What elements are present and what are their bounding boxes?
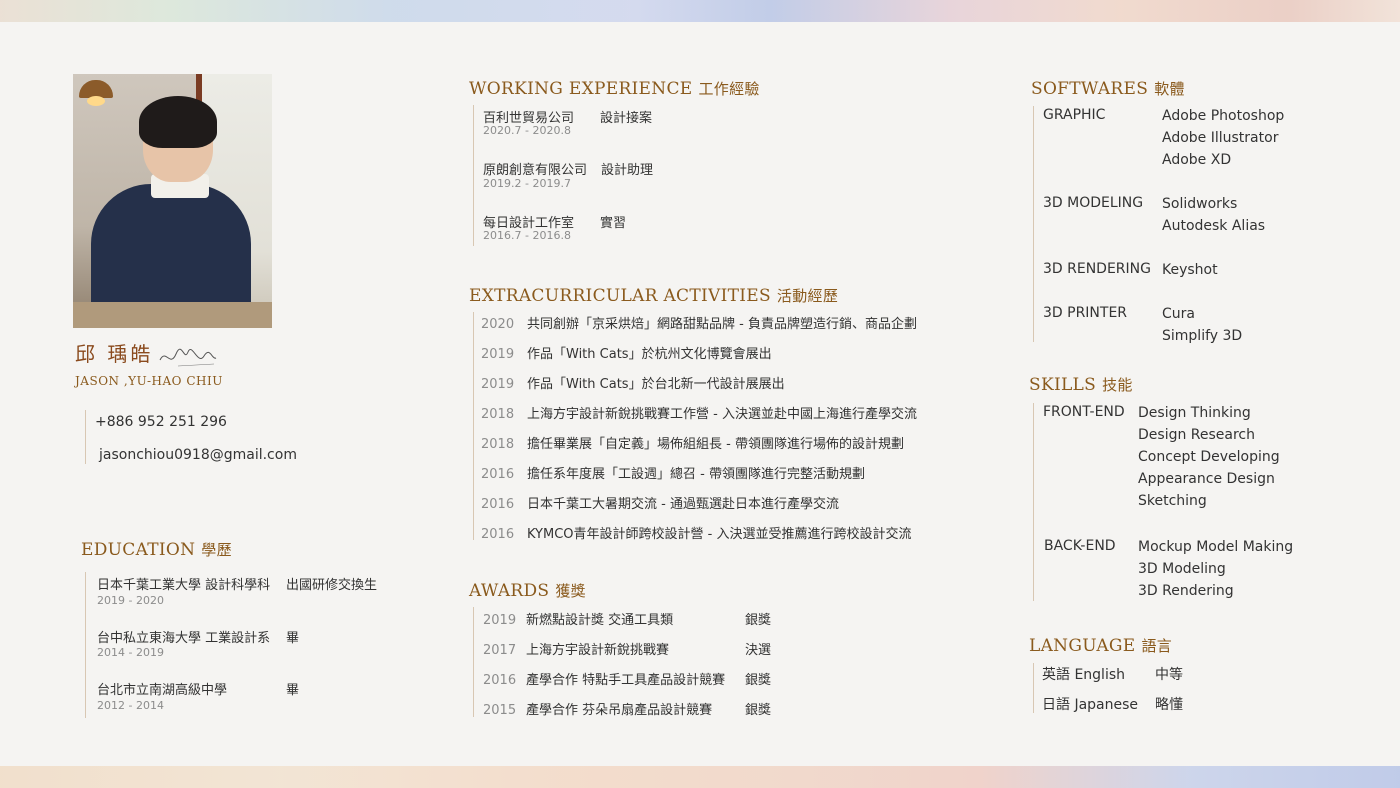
- education-years: 2014 - 2019: [97, 646, 164, 659]
- software-tool: Adobe XD: [1162, 152, 1232, 168]
- award-item: 2015 產學合作 芬朵吊扇產品設計競賽: [483, 703, 713, 718]
- skill-category: FRONT-END: [1043, 404, 1125, 420]
- award-item: 2017 上海方宇設計新銳挑戰賽: [483, 643, 670, 658]
- work-divider: [473, 105, 474, 246]
- education-divider: [85, 572, 86, 718]
- award-result: 銀獎: [745, 673, 772, 688]
- education-note: 畢: [286, 683, 300, 698]
- profile-photo: [73, 74, 272, 328]
- software-category: GRAPHIC: [1043, 107, 1106, 123]
- award-item: 2019 新燃點設計獎 交通工具類: [483, 613, 674, 628]
- skill-item: Design Research: [1138, 427, 1256, 443]
- language-level: 中等: [1155, 667, 1183, 683]
- skill-item: Concept Developing: [1138, 449, 1280, 465]
- software-tool: Keyshot: [1162, 262, 1218, 278]
- skill-item: 3D Modeling: [1138, 561, 1226, 577]
- software-category: 3D MODELING: [1043, 195, 1144, 211]
- phone-number[interactable]: +886 952 251 296: [95, 414, 227, 430]
- language-name: 日語 Japanese: [1042, 697, 1139, 713]
- skill-item: Appearance Design: [1138, 471, 1275, 487]
- language-level: 略懂: [1155, 697, 1183, 713]
- award-item: 2016 產學合作 特點手工具產品設計競賽: [483, 673, 726, 688]
- name-chinese: 邱 瑀皓: [75, 342, 154, 366]
- work-role: 設計助理: [601, 163, 654, 178]
- education-years: 2012 - 2014: [97, 699, 164, 712]
- skills-heading: SKILLS 技能: [1029, 375, 1133, 395]
- award-result: 決選: [745, 643, 772, 658]
- education-note: 出國研修交換生: [286, 578, 378, 593]
- awards-heading: AWARDS 獲獎: [469, 581, 586, 601]
- awards-divider: [473, 607, 474, 717]
- name-english: JASON ,YU-HAO CHIU: [75, 374, 223, 388]
- work-period: 2016.7 - 2016.8: [483, 229, 571, 242]
- bottom-watercolor-band: [0, 766, 1400, 788]
- software-category: 3D RENDERING: [1043, 261, 1151, 277]
- education-school: 日本千葉工業大學 設計科學科: [97, 578, 271, 593]
- signature-icon: [159, 348, 217, 367]
- activity-item: 2018 擔任畢業展「自定義」場佈組組長 - 帶領團隊進行場佈的設計規劃: [481, 437, 904, 452]
- software-tool: Adobe Photoshop: [1162, 108, 1285, 124]
- skill-category: BACK-END: [1044, 538, 1116, 554]
- skill-item: 3D Rendering: [1138, 583, 1234, 599]
- top-watercolor-band: [0, 0, 1400, 22]
- software-tool: Cura: [1162, 306, 1195, 322]
- software-tool: Autodesk Alias: [1162, 218, 1266, 234]
- activity-item: 2016 擔任系年度展「工設週」總召 - 帶領團隊進行完整活動規劃: [481, 467, 865, 482]
- email-address[interactable]: jasonchiou0918@gmail.com: [99, 447, 297, 463]
- contact-divider: [85, 410, 86, 464]
- activity-item: 2019 作品「With Cats」於台北新一代設計展展出: [481, 377, 785, 392]
- education-years: 2019 - 2020: [97, 594, 164, 607]
- softwares-divider: [1033, 106, 1034, 342]
- skill-item: Sketching: [1138, 493, 1207, 509]
- activities-divider: [473, 312, 474, 540]
- award-result: 銀獎: [745, 703, 772, 718]
- education-school: 台北市立南湖高級中學: [97, 683, 228, 698]
- software-tool: Adobe Illustrator: [1162, 130, 1279, 146]
- activity-item: 2016 KYMCO青年設計師跨校設計營 - 入決選並受推薦進行跨校設計交流: [481, 527, 912, 542]
- education-school: 台中私立東海大學 工業設計系: [97, 631, 271, 646]
- work-period: 2019.2 - 2019.7: [483, 177, 571, 190]
- activities-heading: EXTRACURRICULAR ACTIVITIES 活動經歷: [469, 286, 839, 306]
- education-note: 畢: [286, 631, 300, 646]
- work-role: 實習: [600, 216, 627, 231]
- language-divider: [1033, 663, 1034, 713]
- award-result: 銀獎: [745, 613, 772, 628]
- language-name: 英語 English: [1042, 667, 1126, 683]
- activity-item: 2019 作品「With Cats」於杭州文化博覽會展出: [481, 347, 772, 362]
- education-heading: EDUCATION 學歷: [81, 540, 232, 560]
- skills-divider: [1033, 403, 1034, 601]
- activity-item: 2020 共同創辦「京采烘焙」網路甜點品牌 - 負責品牌塑造行銷、商品企劃: [481, 317, 917, 332]
- work-role: 設計接案: [600, 111, 653, 126]
- activity-item: 2018 上海方宇設計新銳挑戰賽工作營 - 入決選並赴中國上海進行產學交流: [481, 407, 917, 422]
- skill-item: Mockup Model Making: [1138, 539, 1294, 555]
- skill-item: Design Thinking: [1138, 405, 1251, 421]
- software-category: 3D PRINTER: [1043, 305, 1128, 321]
- work-period: 2020.7 - 2020.8: [483, 124, 571, 137]
- language-heading: LANGUAGE 語言: [1029, 636, 1173, 656]
- work-experience-heading: WORKING EXPERIENCE 工作經驗: [469, 79, 760, 99]
- activity-item: 2016 日本千葉工大暑期交流 - 通過甄選赴日本進行產學交流: [481, 497, 839, 512]
- softwares-heading: SOFTWARES 軟體: [1031, 79, 1185, 99]
- work-company: 原朗創意有限公司: [483, 163, 588, 178]
- software-tool: Simplify 3D: [1162, 328, 1243, 344]
- software-tool: Solidworks: [1162, 196, 1238, 212]
